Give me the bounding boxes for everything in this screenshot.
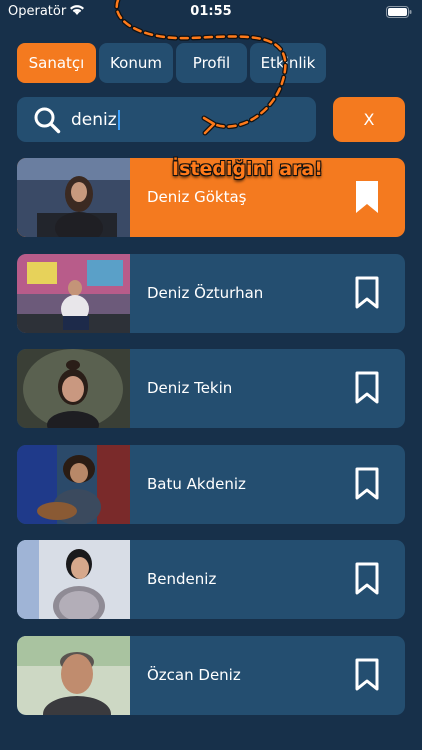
- search-query-text: deniz: [71, 109, 117, 130]
- artist-name: Özcan Deniz: [147, 665, 241, 684]
- artist-photo: [17, 635, 130, 715]
- tab-profil[interactable]: Profil: [176, 43, 247, 83]
- list-item[interactable]: Deniz Özturhan: [17, 253, 405, 333]
- battery-icon: [386, 6, 412, 18]
- artist-name: Batu Akdeniz: [147, 474, 246, 493]
- artist-name: Deniz Tekin: [147, 379, 233, 397]
- artist-photo: [17, 540, 130, 619]
- search-icon: [34, 107, 61, 133]
- list-item[interactable]: Bendeniz: [17, 540, 405, 619]
- list-item[interactable]: Özcan Deniz: [17, 635, 405, 715]
- clock: 01:55: [190, 4, 232, 19]
- bookmark-icon[interactable]: [353, 561, 381, 597]
- artist-results-list: Deniz Göktaş Deniz Özturhan Deniz Tekin …: [17, 158, 405, 731]
- tab-etkinlik[interactable]: Etkinlik: [250, 43, 326, 83]
- clear-search-button[interactable]: X: [333, 97, 405, 142]
- status-bar: Operatör 01:55: [0, 0, 422, 24]
- text-caret: [117, 109, 120, 130]
- tab-sanatci[interactable]: Sanatçı: [17, 43, 96, 83]
- artist-name: Deniz Özturhan: [147, 283, 264, 302]
- tab-konum[interactable]: Konum: [99, 43, 173, 83]
- bookmark-icon[interactable]: [353, 370, 381, 406]
- artist-photo: [17, 349, 130, 428]
- list-item[interactable]: Batu Akdeniz: [17, 444, 405, 524]
- artist-photo: [17, 253, 130, 333]
- bookmark-icon[interactable]: [353, 657, 381, 693]
- list-item[interactable]: Deniz Tekin: [17, 349, 405, 428]
- artist-photo: [17, 444, 130, 524]
- search-hint: İstediğini ara!: [172, 158, 323, 180]
- search-input[interactable]: deniz: [17, 97, 316, 142]
- search-value: deniz: [71, 109, 120, 130]
- bookmark-filled-icon[interactable]: [353, 179, 381, 215]
- artist-name: Bendeniz: [147, 570, 217, 588]
- bookmark-icon[interactable]: [353, 466, 381, 502]
- artist-photo: [17, 158, 130, 237]
- bookmark-icon[interactable]: [353, 275, 381, 311]
- category-tabs: Sanatçı Konum Profil Etkinlik: [17, 43, 326, 83]
